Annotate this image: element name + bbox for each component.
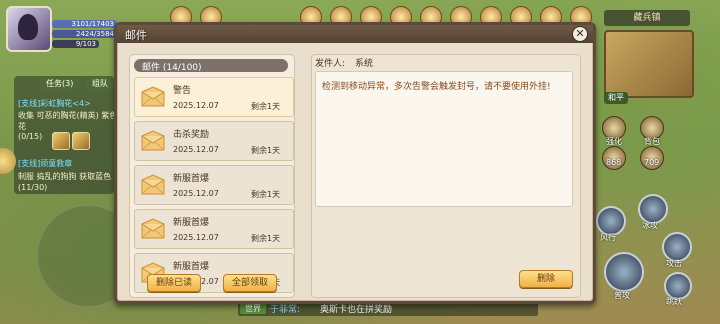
xp-bar: 9/103 — [52, 40, 99, 48]
mail-item[interactable]: 新服首爆 2025.12.07 剩余1天 — [134, 209, 294, 249]
mail-list-panel: 邮件 (14/100) 警告 2025.12.07 剩余1天 击杀奖励 2025.12.… — [129, 54, 295, 298]
mail-item-date: 2025.12.07 — [173, 101, 219, 110]
delete-read-button[interactable]: 删除已读 — [147, 274, 201, 292]
mp-bar: 2424/3584 — [52, 30, 117, 38]
mail-item-remaining: 剩余1天 — [251, 234, 281, 243]
jump-label: 跳跃 — [666, 297, 682, 306]
skill-label: 冰攻 — [642, 221, 658, 230]
mail-item[interactable]: 击杀奖励 2025.12.07 剩余1天 — [134, 121, 294, 161]
mail-item-title: 新服首爆 — [173, 262, 210, 272]
sender-value: 系统 — [355, 59, 374, 69]
dialog-header: 邮件 ✕ — [117, 25, 593, 43]
tab-team[interactable]: 组队 — [86, 78, 114, 90]
player-avatar[interactable] — [6, 6, 52, 52]
reward-icon — [52, 132, 70, 150]
hp-bar: 3101/17403 — [52, 20, 117, 28]
envelope-icon — [141, 174, 165, 196]
quest-desc: 花 — [18, 122, 26, 131]
close-button[interactable]: ✕ — [572, 26, 588, 42]
mail-count: 邮件 (14/100) — [142, 63, 202, 73]
mail-item-date: 2025.12.07 — [173, 233, 219, 242]
minimap[interactable] — [604, 30, 694, 98]
mail-item-title: 新服首爆 — [173, 218, 210, 228]
mail-item[interactable]: 警告 2025.12.07 剩余1天 — [134, 77, 294, 117]
mail-item-title: 新服首爆 — [173, 174, 210, 184]
mail-content-box: 检测到移动异常，多次告警会触发封号，请不要使用外挂! — [315, 71, 573, 207]
dialog-title: 邮件 — [125, 29, 147, 42]
chat-channel-tag: 世界 — [240, 303, 266, 314]
quest-title[interactable]: [支线]顽童救章 — [18, 158, 72, 169]
server-name: 藏兵镇 — [604, 10, 690, 26]
mail-item-remaining: 剩余1天 — [251, 102, 281, 111]
mail-item-remaining: 剩余1天 — [251, 190, 281, 199]
delete-button[interactable]: 删除 — [519, 270, 573, 288]
attack-button[interactable] — [604, 252, 644, 292]
envelope-icon — [141, 86, 165, 108]
envelope-icon — [141, 130, 165, 152]
skill-label: 风行 — [600, 233, 616, 242]
envelope-icon — [141, 218, 165, 240]
mail-item-date: 2025.12.07 — [173, 145, 219, 154]
quest-title[interactable]: [支线]彩虹胸花<4> — [18, 98, 91, 109]
mail-item-remaining: 剩余1天 — [251, 146, 281, 155]
skill-label: 攻击 — [666, 259, 682, 268]
mail-content: 检测到移动异常，多次告警会触发封号，请不要使用外挂! — [322, 82, 551, 92]
mail-item-title: 击杀奖励 — [173, 130, 210, 140]
mail-dialog: 邮件 ✕ 邮件 (14/100) 警告 2025.12.07 剩余1天 击杀奖励 202… — [114, 22, 596, 304]
sender-label: 发件人: — [315, 59, 346, 69]
pk-mode-button[interactable]: 和平 — [604, 92, 628, 104]
mail-item[interactable]: 新服首爆 2025.12.07 剩余1天 — [134, 165, 294, 205]
item-count: 868 — [606, 158, 622, 167]
quest-progress: (0/15) — [18, 132, 43, 141]
item-count: 709 — [644, 158, 660, 167]
sender-row: 发件人: 系统 — [315, 56, 373, 69]
quest-desc: 制服 捣乱的狗狗 获取蓝色 — [18, 172, 112, 181]
tab-tasks[interactable]: 任务(3) — [40, 78, 80, 90]
attack-label: 普攻 — [614, 291, 630, 300]
mail-item-title: 警告 — [173, 86, 192, 96]
mail-list-header: 邮件 (14/100) — [134, 59, 288, 73]
reward-icon — [72, 132, 90, 150]
quest-progress: (11/30) — [18, 183, 48, 192]
quest-desc: 收集 可恶的胸花(精英) 紫色 — [18, 111, 118, 120]
collect-all-button[interactable]: 全部领取 — [223, 274, 277, 292]
mail-item-date: 2025.12.07 — [173, 189, 219, 198]
